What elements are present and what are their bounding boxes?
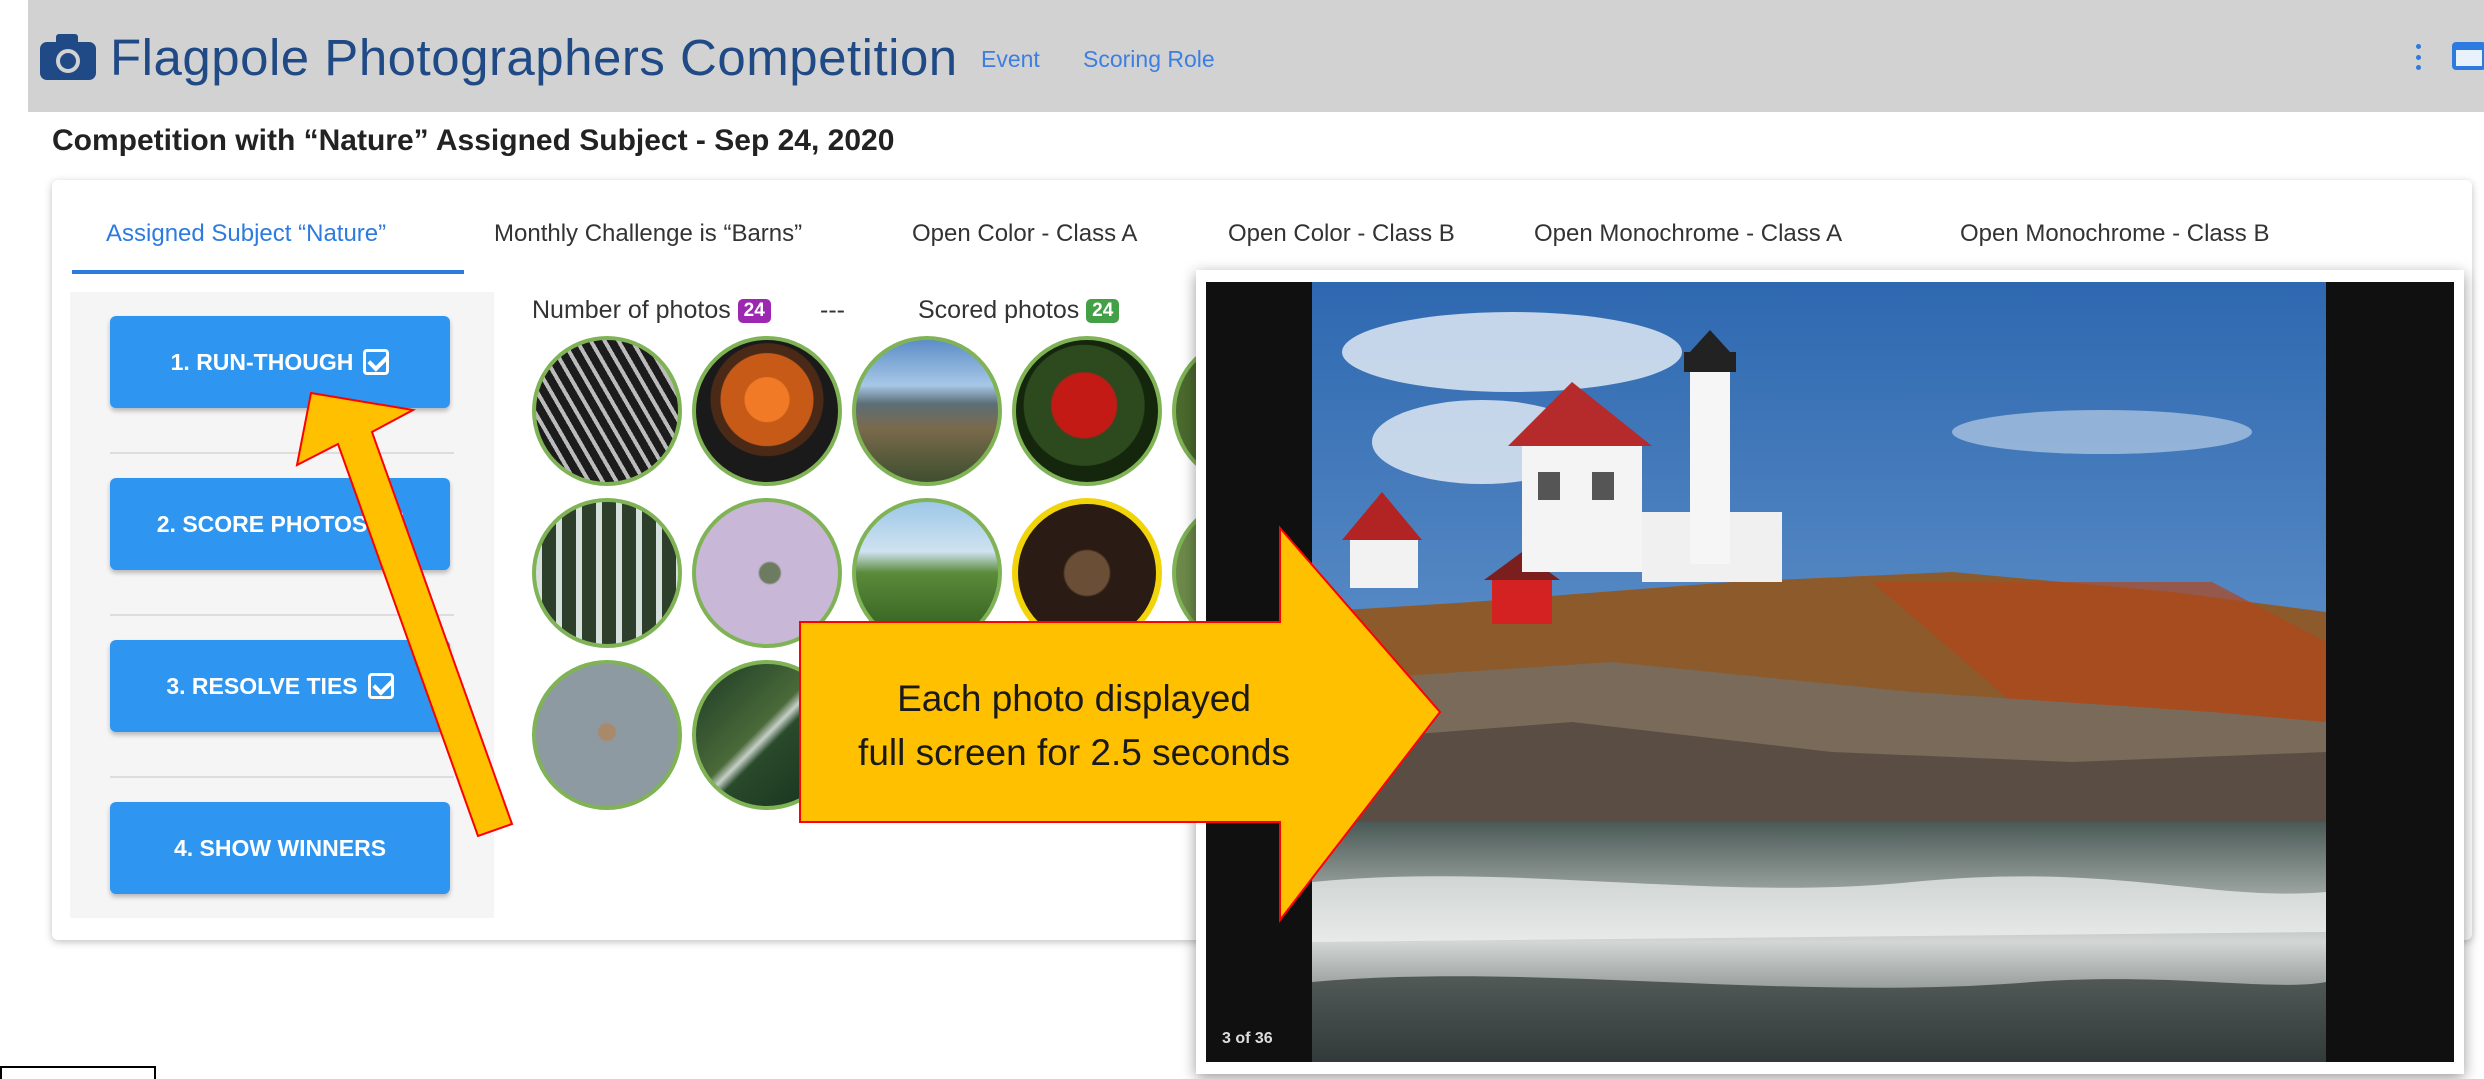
callout-text: Each photo displayed full screen for 2.5…: [814, 672, 1334, 780]
annotation-overlay: [295, 391, 1442, 923]
partial-box-outline: [0, 1066, 156, 1079]
up-arrow-annotation: [295, 391, 514, 838]
callout-line-1: Each photo displayed: [897, 678, 1251, 719]
callout-line-2: full screen for 2.5 seconds: [858, 732, 1290, 773]
